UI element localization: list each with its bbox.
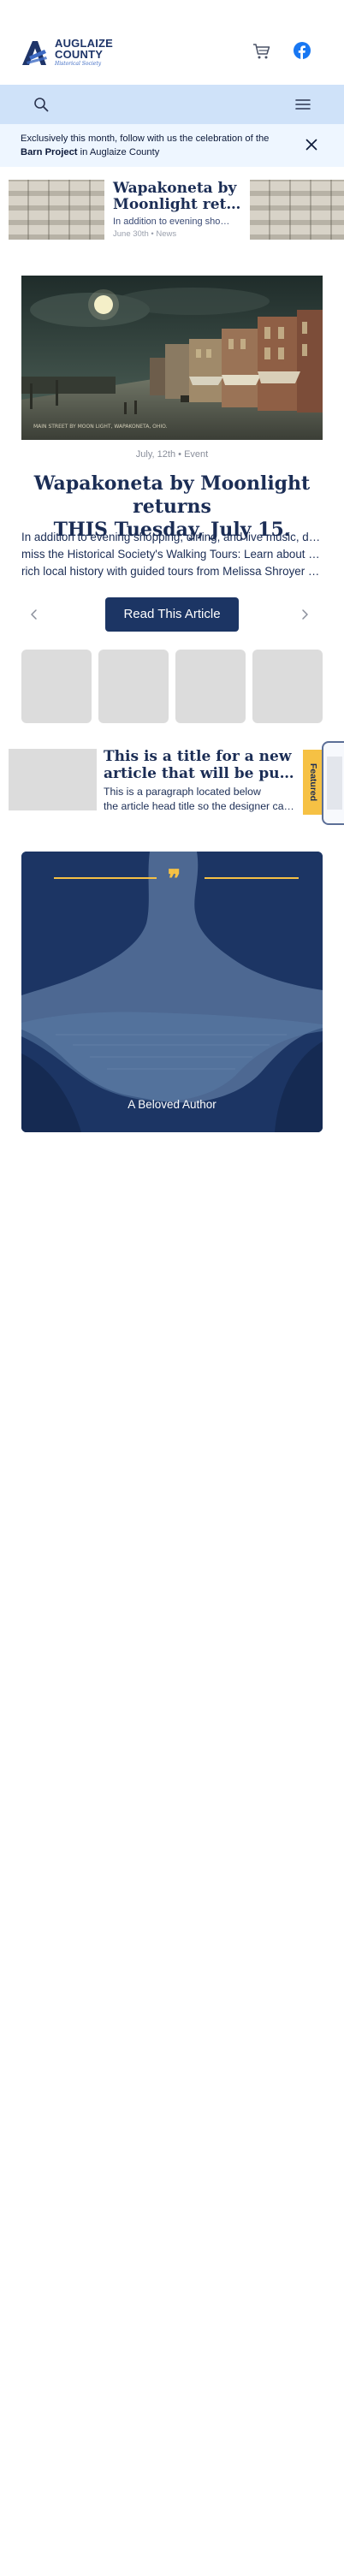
cart-button[interactable] [252, 43, 271, 60]
chevron-left-icon [31, 609, 37, 620]
logo-text: AUGLAIZE COUNTY Historical Society [55, 38, 113, 67]
featured-title-line-2: article that will be published soon [104, 765, 302, 782]
carousel-thumbnail[interactable] [98, 650, 169, 723]
carousel-thumbnail[interactable] [21, 650, 92, 723]
recent-article-title-line-2: Moonlight returns THIS Tuesday, July 15. [113, 197, 246, 213]
featured-body-line-1: This is a paragraph located below [104, 786, 261, 798]
hero-body-line-3: rich local history with guided tours fro… [21, 565, 323, 578]
logo-line-2: COUNTY [55, 48, 104, 61]
hero-image-moonlit-main-street: MAIN STREET BY MOON LIGHT, WAPAKONETA, O… [21, 276, 323, 440]
chevron-right-icon [302, 609, 308, 620]
menu-button[interactable] [295, 98, 311, 111]
cart-icon [253, 44, 270, 59]
featured-tab-label: Featured [308, 763, 318, 802]
recent-article-title[interactable]: Wapakoneta by Moonlight returns THIS Tue… [113, 181, 246, 213]
site-header: AUGLAIZE COUNTY Historical Society [0, 0, 344, 85]
featured-title-line-1: This is a title for a new [104, 748, 292, 765]
barn-project-link[interactable]: Barn Project [21, 147, 78, 157]
quote-background-image [21, 852, 323, 1132]
announcement-text: Exclusively this month, follow with us t… [21, 132, 277, 159]
close-icon [305, 139, 317, 151]
featured-article-body: This is a paragraph located below the ar… [104, 785, 296, 814]
hero-date: July, 12th [135, 449, 176, 460]
recent-article-image-left [9, 180, 104, 240]
hamburger-menu-icon [295, 99, 311, 110]
announcement-close-button[interactable] [305, 139, 317, 151]
hero-category: Event [184, 449, 209, 460]
quote-divider-left [54, 877, 157, 879]
hero-body-line-1: In addition to evening shopping, dining,… [21, 531, 323, 543]
carousel-next-button[interactable] [300, 608, 310, 620]
search-icon [34, 98, 49, 112]
quote-divider-right [205, 877, 299, 879]
announcement-text-start: Exclusively this month, follow with us t… [21, 134, 270, 144]
hero-body: In addition to evening shopping, dining,… [21, 529, 323, 580]
recent-article-strip[interactable]: Wapakoneta by Moonlight returns THIS Tue… [0, 180, 344, 240]
facebook-button[interactable] [294, 42, 311, 59]
site-logo[interactable]: AUGLAIZE COUNTY Historical Society [21, 38, 113, 67]
meta-separator: • [178, 449, 181, 460]
hero-body-line-2: miss the Historical Society's Walking To… [21, 548, 323, 561]
carousel-thumbnails [21, 650, 323, 723]
recent-article-date: June 30th [113, 229, 149, 239]
carousel-prev-button[interactable] [29, 608, 39, 620]
quote-mark-icon: ❞ [168, 864, 181, 893]
next-featured-card-peek[interactable] [322, 741, 344, 825]
quote-author: A Beloved Author [128, 1098, 216, 1111]
hero-meta: July, 12th • Event [0, 449, 344, 460]
featured-body-line-2: the article head title so the designer c… [104, 800, 296, 812]
logo-mark-icon [21, 39, 51, 65]
carousel-thumbnail[interactable] [252, 650, 323, 723]
logo-line-3: Historical Society [55, 61, 102, 67]
hero-title-line-1: Wapakoneta by Moonlight returns [33, 472, 311, 518]
featured-article-image[interactable] [9, 749, 97, 810]
read-article-button[interactable]: Read This Article [105, 597, 239, 632]
search-button[interactable] [33, 97, 49, 112]
announcement-banner: Exclusively this month, follow with us t… [0, 124, 344, 167]
meta-separator: • [151, 229, 154, 239]
recent-article-excerpt: In addition to evening shopping, dining,… [113, 217, 233, 227]
recent-article-meta: June 30th • News [113, 229, 176, 239]
announcement-text-end: in Auglaize County [77, 147, 160, 157]
featured-tab: Featured [303, 750, 323, 815]
facebook-icon [298, 45, 305, 59]
quote-block: ❞ A Beloved Author [21, 852, 323, 1132]
recent-article-title-line-1: Wapakoneta by [113, 180, 237, 197]
hero-image-caption: MAIN STREET BY MOON LIGHT, WAPAKONETA, O… [33, 424, 168, 430]
recent-article-category: News [156, 229, 177, 239]
recent-article-image-right [250, 180, 344, 240]
featured-article-title[interactable]: This is a title for a new article that w… [104, 748, 302, 782]
search-nav-bar [0, 85, 344, 124]
carousel-thumbnail[interactable] [175, 650, 246, 723]
